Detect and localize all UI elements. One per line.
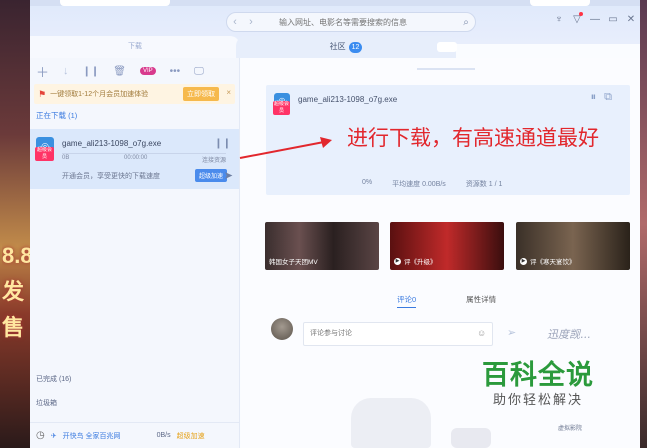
divider — [417, 68, 475, 70]
browser-tab[interactable] — [60, 0, 170, 6]
promo-close-icon[interactable]: × — [226, 88, 231, 97]
play-icon: ▶ — [394, 257, 401, 265]
monitor-icon[interactable]: 🖵 — [194, 66, 204, 77]
bird-icon: ✈ — [50, 432, 57, 440]
footer-service-link[interactable]: 开快鸟 全家百兆网 — [63, 431, 121, 441]
super-member-tag: 超级会员 — [273, 101, 290, 115]
emoji-icon[interactable]: ☺ — [477, 328, 486, 338]
menu-dropdown-icon[interactable]: ▽ — [572, 12, 583, 25]
super-speed-button[interactable]: 超级加速 — [194, 169, 227, 182]
exe-file-icon: ◎超级会员 — [35, 137, 54, 161]
user-signature: 迅度觊... — [547, 328, 591, 341]
detail-resources: 资源数 1 / 1 — [465, 181, 503, 188]
super-member-tag: 超级会员 — [35, 147, 54, 161]
browser-tab-strip — [30, 0, 640, 6]
tab-comments[interactable]: 评论0 — [397, 294, 417, 308]
close-icon[interactable]: ✕ — [626, 14, 636, 25]
download-task-row[interactable]: ◎ 超级会员 game_ali213-1098_o7g.exe ❙❙ 0B 00:… — [30, 129, 239, 189]
footer-boost-link[interactable]: 超级加速 — [177, 431, 205, 441]
task-status: 连接资源 — [201, 158, 226, 164]
tab-community-label: 社区 — [329, 42, 346, 51]
tab-download[interactable]: 下载 — [30, 36, 240, 58]
more-icon[interactable]: ••• — [170, 66, 181, 77]
video-label: ▶ 评《升级》 — [394, 257, 437, 266]
shirt-skin-icon[interactable]: ♆ — [554, 14, 564, 25]
detail-controls: ⏸ ⧉ — [591, 91, 612, 104]
video-recommendations: 韩国女子天团MV ▶ 评《升级》 ▶ 评《寒天宴饮》 — [265, 222, 635, 272]
video-card-1[interactable]: 韩国女子天团MV — [265, 222, 379, 270]
open-external-icon[interactable]: ⧉ — [604, 91, 612, 104]
stage-illustration — [451, 428, 491, 448]
annotation-arrow — [239, 137, 332, 159]
mouse-cursor-icon: ➤ — [223, 170, 233, 182]
task-filename: game_ali213-1098_o7g.exe — [62, 139, 162, 148]
vip-badge[interactable]: VIP — [139, 67, 156, 75]
status-footer: ◷ ✈ 开快鸟 全家百兆网 0B/s 超级加速 — [30, 422, 240, 448]
trash-section[interactable]: 垃圾箱 — [36, 398, 57, 408]
comment-tabs: 评论0 属性详情 — [397, 294, 496, 308]
detail-avg-speed: 平均速度 0.00B/s — [392, 181, 446, 188]
sofa-illustration — [351, 398, 431, 448]
comment-input-row: ☺ ➢ 迅度觊... — [271, 318, 621, 348]
video-label: 韩国女子天团MV — [269, 259, 318, 266]
exe-file-icon: ◎超级会员 — [273, 93, 290, 115]
download-list-panel: ＋ ↓ ❙❙ 🗑 VIP ••• 🖵 ⚑ 一键领取1-12个月会员加速体验 立即… — [30, 58, 240, 448]
member-promo-bar: ⚑ 一键领取1-12个月会员加速体验 立即领取 × — [34, 84, 235, 104]
task-time: 00:00:00 — [123, 155, 148, 161]
tab-community[interactable]: 社区 12 — [236, 36, 456, 58]
comment-input[interactable] — [304, 323, 454, 344]
tab-extra[interactable] — [437, 42, 457, 52]
download-toolbar: ＋ ↓ ❙❙ 🗑 VIP ••• 🖵 — [30, 58, 239, 84]
comment-box — [303, 322, 493, 346]
footer-speed: 0B/s — [156, 432, 171, 439]
watermark-subtitle: 助你轻松解决 — [492, 393, 583, 408]
thunder-download-window: ‹ › ⌕ ♆ ▽ — ▭ ✕ 下载 社区12 ＋ ↓ ❙❙ 🗑 VIP •••… — [30, 0, 640, 448]
download-arrow-icon[interactable]: ↓ — [63, 65, 69, 77]
detail-filename: game_ali213-1098_o7g.exe — [298, 95, 398, 104]
subtab-bar: 下载 社区 12 — [30, 36, 640, 58]
task-meta: 0B 00:00:00 连接资源 — [62, 155, 226, 164]
trash-icon[interactable]: 🗑 — [113, 66, 126, 77]
detail-progress: 0% — [362, 179, 373, 186]
tab-properties[interactable]: 属性详情 — [466, 294, 496, 308]
browser-tab-2[interactable] — [530, 0, 590, 6]
pause-icon[interactable]: ❙❙ — [83, 66, 100, 77]
address-input[interactable] — [259, 17, 457, 27]
baike-watermark: 百科全说 助你轻松解决 — [482, 360, 594, 410]
watermark-title: 百科全说 — [482, 360, 594, 391]
promo-claim-button[interactable]: 立即领取 — [183, 87, 219, 101]
add-icon[interactable]: ＋ — [36, 62, 49, 81]
video-label: ▶ 评《寒天宴饮》 — [520, 257, 576, 266]
completed-section[interactable]: 已完成 (16) — [36, 374, 71, 384]
maximize-icon[interactable]: ▭ — [608, 14, 618, 25]
downloading-section-title[interactable]: 正在下载 (1) — [30, 104, 239, 125]
send-icon[interactable]: ➢ — [507, 326, 516, 339]
task-pause-icon[interactable]: ❙❙ — [214, 138, 231, 149]
detail-stats: 0% 平均速度 0.00B/s 资源数 1 / 1 — [362, 179, 502, 189]
community-count-badge: 12 — [348, 42, 363, 53]
minimize-icon[interactable]: — — [590, 14, 600, 25]
virtual-cinema-label[interactable]: 虚拟影院 — [558, 423, 582, 432]
forward-icon[interactable]: › — [243, 16, 259, 28]
window-controls: ♆ ▽ — ▭ ✕ — [554, 12, 636, 25]
detail-pause-icon[interactable]: ⏸ — [591, 91, 597, 104]
clock-icon[interactable]: ◷ — [36, 430, 45, 441]
video-card-2[interactable]: ▶ 评《升级》 — [390, 222, 504, 270]
back-icon[interactable]: ‹ — [227, 16, 243, 28]
video-card-3[interactable]: ▶ 评《寒天宴饮》 — [516, 222, 630, 270]
play-icon: ▶ — [520, 257, 527, 265]
promo-text: 一键领取1-12个月会员加速体验 — [50, 91, 149, 98]
avatar[interactable] — [271, 318, 293, 340]
flag-icon: ⚑ — [38, 88, 47, 99]
search-icon[interactable]: ⌕ — [457, 17, 475, 28]
annotation-text: 进行下载，有高速通道最好 — [347, 126, 599, 150]
address-bar: ‹ › ⌕ — [226, 12, 476, 32]
task-member-info: 开通会员，享受更快的下载速度 — [62, 173, 160, 180]
task-progress-bar — [62, 153, 226, 154]
task-size: 0B — [62, 155, 70, 161]
